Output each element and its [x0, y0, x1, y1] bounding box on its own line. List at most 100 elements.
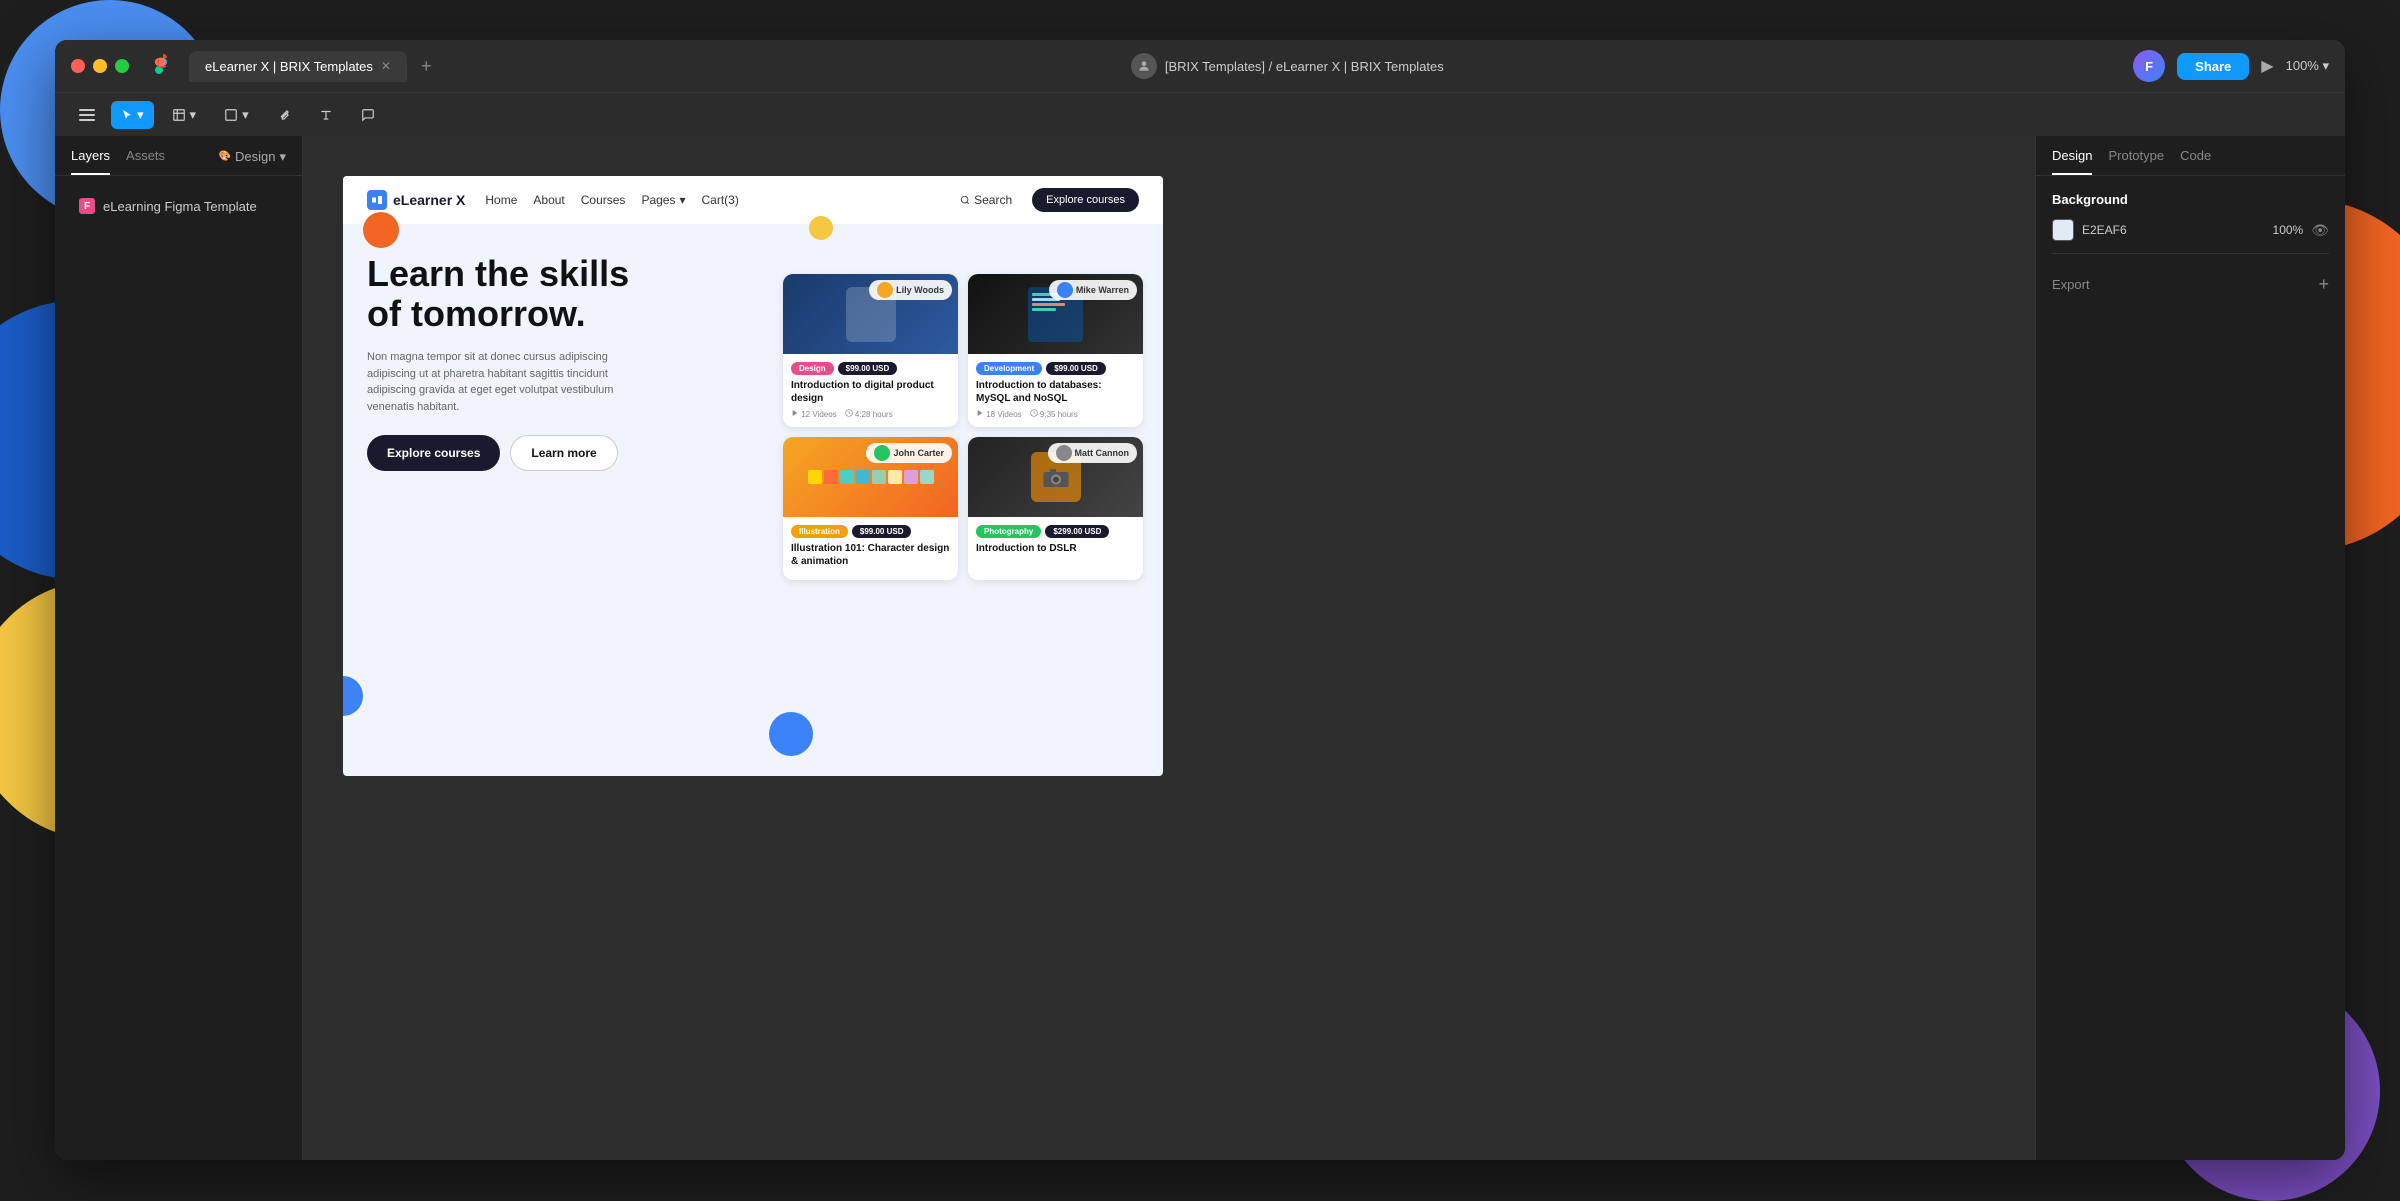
nav-cart[interactable]: Cart(3): [702, 193, 739, 207]
course-card-3[interactable]: John Carter Illustration $99.00 USD Illu…: [783, 437, 958, 580]
traffic-light-minimize[interactable]: [93, 59, 107, 73]
active-tab[interactable]: eLearner X | BRIX Templates ✕: [189, 51, 407, 82]
card-author-3: John Carter: [866, 443, 952, 463]
course-card-4[interactable]: Matt Cannon Photography $299.00 USD Intr…: [968, 437, 1143, 580]
menu-button[interactable]: [71, 103, 103, 127]
rectangle-tool-button[interactable]: ▾: [214, 101, 259, 129]
card-title-1: Introduction to digital product design: [791, 379, 950, 405]
card-body-4: Photography $299.00 USD Introduction to …: [968, 517, 1143, 567]
card-title-4: Introduction to DSLR: [976, 542, 1135, 555]
card-author-1: Lily Woods: [869, 280, 952, 300]
card-image-1: Lily Woods: [783, 274, 958, 354]
frame-tool-button[interactable]: ▾: [162, 101, 207, 129]
right-sidebar: Design Prototype Code Background E2EAF6 …: [2035, 136, 2345, 1160]
card-price-1: $99.00 USD: [838, 362, 898, 375]
card-price-4: $299.00 USD: [1045, 525, 1109, 538]
card-tag-illustration: Illustration: [791, 525, 848, 538]
card-videos-2: 18 Videos: [976, 409, 1022, 419]
deco-half-blue: [343, 676, 363, 716]
card-tags-4: Photography $299.00 USD: [976, 525, 1135, 538]
author-avatar-4: [1056, 445, 1072, 461]
play-icon[interactable]: ▶: [2261, 56, 2273, 76]
left-sidebar: Layers Assets 🎨 Design ▾ F eLearning Fig…: [55, 136, 303, 1160]
eye-icon[interactable]: 👁: [2311, 222, 2329, 239]
user-avatar-icon: [1131, 53, 1157, 79]
card-tags-2: Development $99.00 USD: [976, 362, 1135, 375]
right-tab-prototype[interactable]: Prototype: [2108, 148, 2164, 175]
card-body-3: Illustration $99.00 USD Illustration 101…: [783, 517, 958, 580]
right-tab-design[interactable]: Design: [2052, 148, 2092, 175]
nav-courses[interactable]: Courses: [581, 193, 626, 207]
design-frame: eLearner X Home About Courses Pages ▾ Ca…: [343, 176, 1163, 776]
nav-home[interactable]: Home: [485, 193, 517, 207]
section-divider: [2052, 253, 2329, 254]
rect-tool-label: ▾: [242, 107, 249, 123]
zoom-label[interactable]: 100% ▾: [2286, 58, 2329, 74]
move-tool-button[interactable]: ▾: [111, 101, 154, 129]
card-tag-design: Design: [791, 362, 834, 375]
card-author-4: Matt Cannon: [1048, 443, 1138, 463]
sidebar-tab-assets[interactable]: Assets: [126, 148, 165, 175]
text-tool-button[interactable]: [309, 102, 343, 128]
card-image-2: Mike Warren: [968, 274, 1143, 354]
main-window: eLearner X | BRIX Templates ✕ + [BRIX Te…: [55, 40, 2345, 1160]
right-content: Background E2EAF6 100% 👁 Export +: [2036, 176, 2345, 311]
card-tags-1: Design $99.00 USD: [791, 362, 950, 375]
card-price-2: $99.00 USD: [1046, 362, 1106, 375]
card-author-2: Mike Warren: [1049, 280, 1137, 300]
course-cards: Lily Woods Design $99.00 USD Introductio…: [783, 274, 1143, 580]
share-button[interactable]: Share: [2177, 53, 2249, 80]
author-avatar-3: [874, 445, 890, 461]
card-duration-1: 4:28 hours: [845, 409, 893, 419]
color-swatch[interactable]: [2052, 219, 2074, 241]
card-videos-1: 12 Videos: [791, 409, 837, 419]
canvas-area[interactable]: eLearner X Home About Courses Pages ▾ Ca…: [303, 136, 2035, 1160]
sidebar-tab-layers[interactable]: Layers: [71, 148, 110, 175]
author-avatar-1: [877, 282, 893, 298]
menu-line: [79, 119, 95, 121]
background-section-label: Background: [2052, 192, 2329, 207]
export-add-button[interactable]: +: [2318, 274, 2329, 295]
toolbar: ▾ ▾ ▾: [55, 92, 2345, 136]
deco-blue-circle: [769, 712, 813, 756]
layer-label: eLearning Figma Template: [103, 199, 257, 214]
pen-tool-button[interactable]: [267, 102, 301, 128]
nav-pages[interactable]: Pages ▾: [641, 193, 685, 207]
right-tab-code[interactable]: Code: [2180, 148, 2211, 175]
card-meta-2: 18 Videos 9:35 hours: [976, 409, 1135, 419]
design-dropdown[interactable]: 🎨 Design ▾: [219, 148, 286, 175]
titlebar-right: F Share ▶ 100% ▾: [2133, 50, 2329, 82]
hero-learn-more-button[interactable]: Learn more: [510, 435, 617, 471]
export-label: Export: [2052, 277, 2090, 292]
titlebar: eLearner X | BRIX Templates ✕ + [BRIX Te…: [55, 40, 2345, 92]
course-card-2[interactable]: Mike Warren Development $99.00 USD Intro…: [968, 274, 1143, 427]
nav-about[interactable]: About: [533, 193, 564, 207]
comment-tool-button[interactable]: [351, 102, 385, 128]
traffic-light-fullscreen[interactable]: [115, 59, 129, 73]
traffic-light-close[interactable]: [71, 59, 85, 73]
traffic-lights: [71, 59, 129, 73]
main-area: Layers Assets 🎨 Design ▾ F eLearning Fig…: [55, 136, 2345, 1160]
card-meta-1: 12 Videos 4:28 hours: [791, 409, 950, 419]
move-tool-label: ▾: [137, 107, 144, 123]
layer-item[interactable]: F eLearning Figma Template: [71, 192, 286, 220]
sidebar-content: F eLearning Figma Template: [55, 176, 302, 1160]
hero-explore-button[interactable]: Explore courses: [367, 435, 500, 471]
nav-search[interactable]: Search: [960, 193, 1012, 207]
sidebar-tabs: Layers Assets 🎨 Design ▾: [55, 136, 302, 176]
course-card-1[interactable]: Lily Woods Design $99.00 USD Introductio…: [783, 274, 958, 427]
menu-line: [79, 109, 95, 111]
user-avatar: F: [2133, 50, 2165, 82]
nav-explore-button[interactable]: Explore courses: [1032, 188, 1139, 212]
card-price-3: $99.00 USD: [852, 525, 912, 538]
card-tags-3: Illustration $99.00 USD: [791, 525, 950, 538]
card-image-4: Matt Cannon: [968, 437, 1143, 517]
right-tabs: Design Prototype Code: [2036, 136, 2345, 176]
new-tab-button[interactable]: +: [411, 52, 442, 81]
menu-line: [79, 114, 95, 116]
hex-value[interactable]: E2EAF6: [2082, 223, 2265, 237]
tab-bar: eLearner X | BRIX Templates ✕ +: [189, 51, 441, 82]
opacity-value[interactable]: 100%: [2273, 223, 2304, 237]
site-logo: eLearner X: [367, 190, 465, 210]
tab-close-icon[interactable]: ✕: [381, 59, 391, 73]
